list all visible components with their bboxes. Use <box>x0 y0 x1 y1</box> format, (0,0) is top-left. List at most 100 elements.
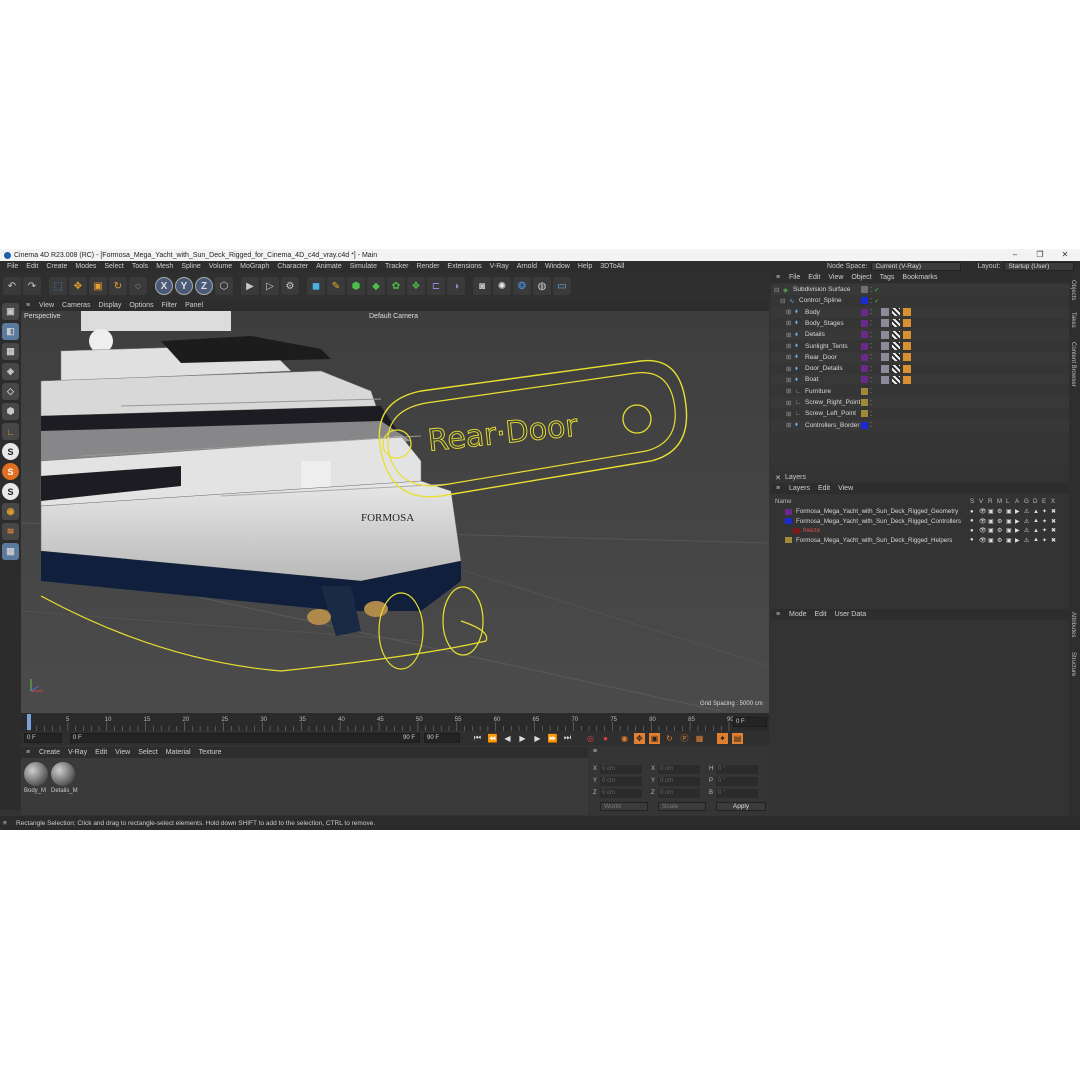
minimize-button[interactable]: – <box>1003 249 1027 261</box>
layer-color-swatch[interactable] <box>861 319 868 327</box>
subdivision-icon[interactable]: ⬢ <box>347 277 365 295</box>
object-row[interactable]: ⊞ ⬧ Sunlight_Tents ⁚ <box>771 341 1069 352</box>
object-name[interactable]: Furniture <box>805 388 831 395</box>
visible-icon[interactable]: 👁 <box>979 537 987 544</box>
expand-icon[interactable]: ⊞ <box>786 376 791 384</box>
layer-color-swatch[interactable] <box>861 399 868 406</box>
rotation-key-icon[interactable]: ↻ <box>664 733 675 744</box>
menu-spline[interactable]: Spline <box>177 263 204 270</box>
layer-row[interactable]: Formosa_Mega_Yacht_with_Sun_Deck_Rigged_… <box>771 536 1069 545</box>
attribute-menu-icon[interactable]: ≡ <box>771 611 785 618</box>
render-icon[interactable]: ▣ <box>988 508 994 515</box>
object-name[interactable]: Body <box>805 309 820 316</box>
texture-tag-icon[interactable] <box>892 364 900 373</box>
edges-mode-icon[interactable]: ◇ <box>2 383 19 400</box>
layer-menu-edit[interactable]: Edit <box>814 485 834 492</box>
node-space-dropdown[interactable]: Current (V-Ray) <box>871 262 962 271</box>
menu-edit[interactable]: Edit <box>22 263 42 270</box>
expand-icon[interactable]: ⊟ <box>774 286 779 294</box>
menu-file[interactable]: File <box>3 263 22 270</box>
play-icon[interactable]: ▶ <box>517 733 528 744</box>
camera-icon[interactable]: ◙ <box>473 277 491 295</box>
layer-color-swatch[interactable] <box>861 376 868 384</box>
material-details-preview[interactable] <box>51 762 75 786</box>
locked-icon[interactable]: ▣ <box>1006 508 1012 515</box>
light-icon[interactable]: ✺ <box>493 277 511 295</box>
layer-column-d[interactable]: D <box>1033 498 1037 505</box>
object-row[interactable]: ⊞ ⬧ Boat ⁚ <box>771 374 1069 386</box>
redo-icon[interactable]: ↷ <box>23 277 41 295</box>
expand-icon[interactable]: ⊞ <box>786 331 791 339</box>
current-frame-field[interactable]: 0 F <box>733 717 767 727</box>
phong-tag-icon[interactable] <box>881 375 889 384</box>
viewport-perspective[interactable]: FORMOSA Rear·Door Perspective Default Ca… <box>21 311 769 713</box>
coordinate-menu-icon[interactable]: ≡ <box>593 748 597 755</box>
coord-field-x[interactable]: 0 cm <box>658 765 700 774</box>
solo-icon[interactable]: ● <box>970 528 974 534</box>
go-to-end-icon[interactable]: ⏭ <box>562 733 573 744</box>
object-row[interactable]: ⊞ ⬧ Details ⁚ <box>771 329 1069 341</box>
layer-color-swatch[interactable] <box>861 353 868 361</box>
previous-key-icon[interactable]: ⏪ <box>487 733 498 744</box>
material-menu-create[interactable]: Create <box>35 749 64 756</box>
object-name[interactable]: Screw_Right_Point <box>805 399 860 406</box>
record-icon[interactable]: ● <box>600 733 611 744</box>
coord-field-h[interactable]: 0 ° <box>716 765 758 774</box>
previous-frame-icon[interactable]: ◀ <box>502 733 513 744</box>
render-icon[interactable]: ▣ <box>988 518 994 525</box>
object-row[interactable]: ⊞ ∟ Screw_Right_Point ⁚ <box>771 397 1069 408</box>
phong-tag-icon[interactable] <box>881 330 889 339</box>
layer-color-swatch[interactable] <box>861 286 868 293</box>
layer-color-swatch[interactable] <box>861 365 868 373</box>
deformers-icon[interactable]: ▲ <box>1033 509 1039 515</box>
expand-icon[interactable]: ⊞ <box>786 421 791 429</box>
rig-tag-icon[interactable] <box>903 364 911 373</box>
attribute-menu-user-data[interactable]: User Data <box>831 611 871 618</box>
timeline-ruler[interactable]: 051015202530354045505560657075808590 0 F <box>21 713 769 731</box>
layer-column-r[interactable]: R <box>988 498 992 505</box>
model-mode-icon[interactable]: ◧ <box>2 323 19 340</box>
visibility-dots-icon[interactable]: ⁚ <box>870 387 872 395</box>
expressions-icon[interactable]: ✦ <box>1042 508 1047 515</box>
cube-icon[interactable]: ◼ <box>307 277 325 295</box>
phong-tag-icon[interactable] <box>881 353 889 362</box>
rig-tag-icon[interactable] <box>903 375 911 384</box>
rig-tag-icon[interactable] <box>903 308 911 317</box>
expand-icon[interactable]: ⊞ <box>786 410 791 418</box>
attribute-menu-mode[interactable]: Mode <box>785 611 811 618</box>
material-menu-edit[interactable]: Edit <box>91 749 111 756</box>
viewport-menu-panel[interactable]: Panel <box>181 302 207 309</box>
solo-icon[interactable]: ● <box>970 509 974 515</box>
next-key-icon[interactable]: ⏩ <box>547 733 558 744</box>
close-button[interactable]: ✕ <box>1053 249 1077 261</box>
object-menu-file[interactable]: File <box>785 274 804 281</box>
viewport-menu-options[interactable]: Options <box>125 302 157 309</box>
visibility-dots-icon[interactable]: ⁚ <box>870 365 872 373</box>
object-menu-object[interactable]: Object <box>847 274 875 281</box>
visibility-dots-icon[interactable]: ⁚ <box>870 331 872 339</box>
object-row[interactable]: ⊟ ∿ Control_Spline ⁚ ✓ <box>771 295 1069 306</box>
manager-icon[interactable]: ⚙ <box>997 518 1002 525</box>
solo-icon[interactable]: ● <box>970 518 974 524</box>
coord-field-y[interactable]: 0 cm <box>658 777 700 786</box>
layer-row[interactable]: Formosa_Mega_Yacht_with_Sun_Deck_Rigged_… <box>771 507 1069 516</box>
object-name[interactable]: Details <box>805 331 825 338</box>
object-name[interactable]: Rear_Door <box>805 354 837 361</box>
viewport-menu-filter[interactable]: Filter <box>158 302 182 309</box>
x-axis-icon[interactable]: X <box>155 277 173 295</box>
animation-icon[interactable]: ▶ <box>1015 537 1020 544</box>
manager-icon[interactable]: ⚙ <box>997 537 1002 544</box>
coord-field-y[interactable]: 0 cm <box>600 777 642 786</box>
menu-mograph[interactable]: MoGraph <box>236 263 273 270</box>
generators-icon[interactable]: ⚠ <box>1024 508 1029 515</box>
object-row[interactable]: ⊞ ⬧ Rear_Door ⁚ <box>771 351 1069 363</box>
scale-key-icon[interactable]: ▣ <box>649 732 660 744</box>
object-name[interactable]: Sunlight_Tents <box>805 343 848 350</box>
material-menu-v-ray[interactable]: V-Ray <box>64 749 91 756</box>
object-menu-tags[interactable]: Tags <box>876 274 899 281</box>
phong-tag-icon[interactable] <box>881 319 889 328</box>
expand-icon[interactable]: ⊞ <box>786 342 791 350</box>
start-frame-field[interactable]: 0 F <box>24 733 62 743</box>
object-row[interactable]: ⊞ ⬧ Controllers_Border ⁚ <box>771 419 1069 431</box>
maximize-button[interactable]: ❐ <box>1028 249 1052 261</box>
